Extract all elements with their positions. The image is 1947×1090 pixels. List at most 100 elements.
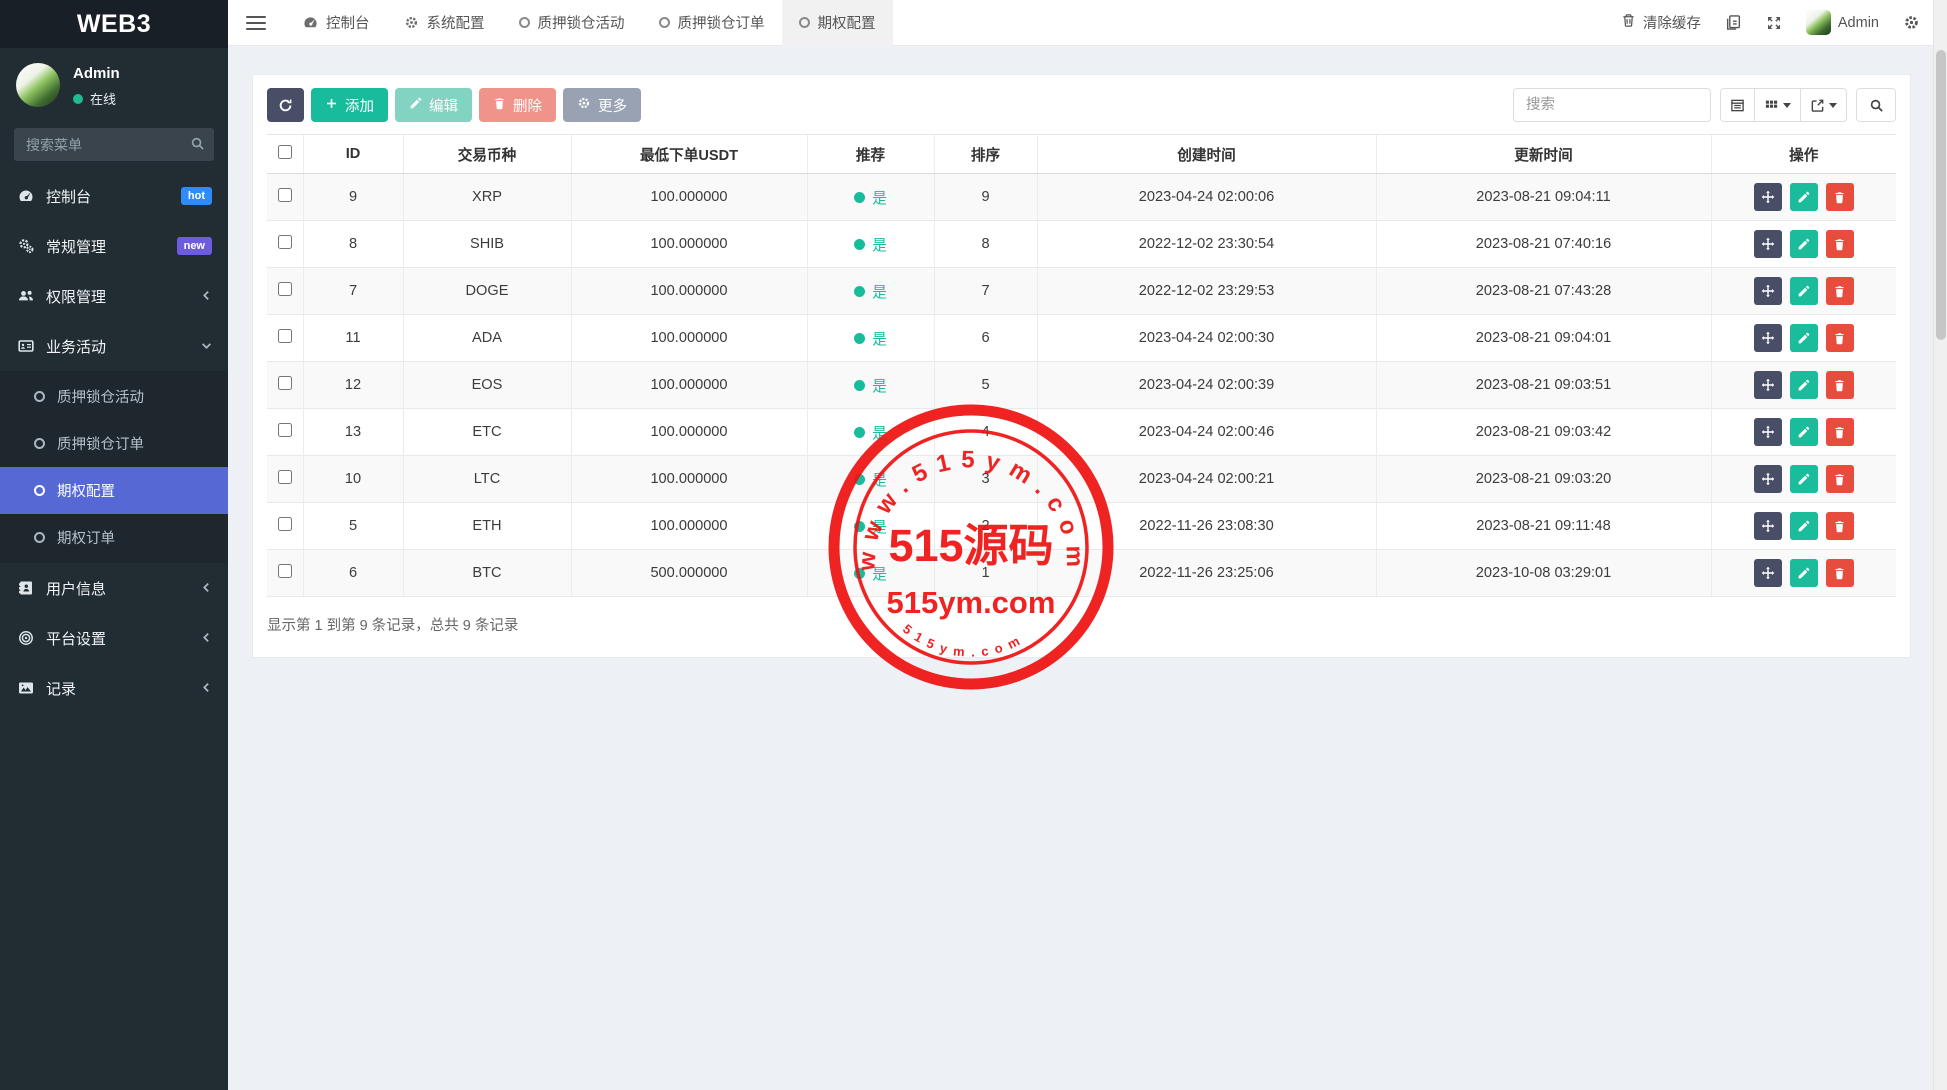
cell-recommend: 是: [807, 456, 934, 503]
row-edit-button[interactable]: [1790, 230, 1818, 258]
row-move-button[interactable]: [1754, 559, 1782, 587]
record-count-label: 显示第 1 到第 9 条记录，总共 9 条记录: [267, 614, 1896, 635]
row-edit-button[interactable]: [1790, 277, 1818, 305]
header-recommend: 推荐: [807, 135, 934, 174]
cell-coin: BTC: [403, 550, 571, 597]
row-move-button[interactable]: [1754, 512, 1782, 540]
sidebar-item-staking-orders[interactable]: 质押锁仓订单: [0, 420, 228, 467]
cell-min-order: 100.000000: [571, 456, 807, 503]
sidebar-item-options-config[interactable]: 期权配置: [0, 467, 228, 514]
caret-down-icon: [1829, 103, 1837, 108]
cell-created: 2022-12-02 23:30:54: [1037, 221, 1376, 268]
sidebar-item-general[interactable]: 常规管理 new: [0, 221, 228, 271]
table-row: 5 ETH 100.000000 是 2 2022-11-26 23:08:30…: [267, 503, 1896, 550]
refresh-button[interactable]: [267, 88, 304, 122]
row-edit-button[interactable]: [1790, 183, 1818, 211]
row-move-button[interactable]: [1754, 371, 1782, 399]
cell-actions: [1711, 550, 1896, 597]
table-search-input[interactable]: [1513, 88, 1711, 122]
chevron-left-icon: [201, 288, 212, 305]
row-delete-button[interactable]: [1826, 559, 1854, 587]
row-checkbox[interactable]: [278, 235, 292, 249]
cell-id: 5: [303, 503, 403, 550]
row-checkbox[interactable]: [278, 423, 292, 437]
search-button[interactable]: [1856, 88, 1896, 122]
row-move-button[interactable]: [1754, 418, 1782, 446]
settings-gears-icon[interactable]: [1903, 14, 1920, 31]
row-edit-button[interactable]: [1790, 418, 1818, 446]
table-row: 12 EOS 100.000000 是 5 2023-04-24 02:00:3…: [267, 362, 1896, 409]
sidebar-item-platform-settings[interactable]: 平台设置: [0, 613, 228, 663]
sidebar-search-input[interactable]: [14, 128, 214, 161]
scrollbar-thumb[interactable]: [1936, 50, 1946, 340]
fullscreen-icon[interactable]: [1766, 15, 1782, 31]
header-sort: 排序: [934, 135, 1037, 174]
row-delete-button[interactable]: [1826, 183, 1854, 211]
recommend-dot-icon: [854, 427, 865, 438]
select-all-checkbox[interactable]: [278, 145, 292, 159]
row-checkbox[interactable]: [278, 376, 292, 390]
sidebar-item-permissions[interactable]: 权限管理: [0, 271, 228, 321]
sidebar-item-options-orders[interactable]: 期权订单: [0, 514, 228, 561]
cell-recommend: 是: [807, 315, 934, 362]
row-checkbox[interactable]: [278, 564, 292, 578]
row-edit-button[interactable]: [1790, 465, 1818, 493]
cell-coin: ETC: [403, 409, 571, 456]
export-button[interactable]: [1800, 88, 1847, 122]
table-row: 11 ADA 100.000000 是 6 2023-04-24 02:00:3…: [267, 315, 1896, 362]
row-delete-button[interactable]: [1826, 418, 1854, 446]
row-move-button[interactable]: [1754, 465, 1782, 493]
row-delete-button[interactable]: [1826, 371, 1854, 399]
row-move-button[interactable]: [1754, 277, 1782, 305]
cell-created: 2023-04-24 02:00:46: [1037, 409, 1376, 456]
cell-id: 7: [303, 268, 403, 315]
more-button[interactable]: 更多: [563, 88, 641, 122]
chevron-left-icon: [201, 580, 212, 597]
cell-sort: 7: [934, 268, 1037, 315]
add-button[interactable]: 添加: [311, 88, 388, 122]
tab-system-config[interactable]: 系统配置: [387, 0, 502, 46]
detail-view-button[interactable]: [1720, 88, 1755, 122]
row-edit-button[interactable]: [1790, 371, 1818, 399]
sidebar-item-business[interactable]: 业务活动: [0, 321, 228, 371]
delete-button[interactable]: 删除: [479, 88, 556, 122]
row-edit-button[interactable]: [1790, 324, 1818, 352]
refresh-page-icon[interactable]: [1725, 14, 1742, 31]
sidebar-item-records[interactable]: 记录: [0, 663, 228, 713]
sidebar-item-dashboard[interactable]: 控制台 hot: [0, 171, 228, 221]
row-checkbox[interactable]: [278, 517, 292, 531]
clear-cache-button[interactable]: 清除缓存: [1621, 12, 1701, 33]
recommend-dot-icon: [854, 474, 865, 485]
user-menu[interactable]: Admin: [1806, 10, 1879, 35]
tab-dashboard[interactable]: 控制台: [286, 0, 387, 46]
row-delete-button[interactable]: [1826, 277, 1854, 305]
tab-staking-orders[interactable]: 质押锁仓订单: [642, 0, 782, 46]
avatar: [1806, 10, 1831, 35]
row-checkbox[interactable]: [278, 188, 292, 202]
gear-icon: [404, 15, 419, 30]
row-checkbox[interactable]: [278, 282, 292, 296]
row-checkbox[interactable]: [278, 470, 292, 484]
cell-recommend: 是: [807, 503, 934, 550]
sidebar-item-user-info[interactable]: 用户信息: [0, 563, 228, 613]
tachometer-icon: [303, 15, 318, 30]
row-move-button[interactable]: [1754, 183, 1782, 211]
row-delete-button[interactable]: [1826, 512, 1854, 540]
tab-staking-activity[interactable]: 质押锁仓活动: [502, 0, 642, 46]
tab-options-config[interactable]: 期权配置: [782, 0, 893, 46]
row-delete-button[interactable]: [1826, 230, 1854, 258]
chevron-down-icon: [201, 338, 212, 355]
row-checkbox[interactable]: [278, 329, 292, 343]
row-delete-button[interactable]: [1826, 324, 1854, 352]
columns-button[interactable]: [1754, 88, 1801, 122]
row-delete-button[interactable]: [1826, 465, 1854, 493]
row-move-button[interactable]: [1754, 324, 1782, 352]
row-move-button[interactable]: [1754, 230, 1782, 258]
online-dot-icon: [73, 94, 83, 104]
edit-button[interactable]: 编辑: [395, 88, 472, 122]
sidebar-item-staking-activity[interactable]: 质押锁仓活动: [0, 373, 228, 420]
search-icon: [190, 136, 205, 156]
row-edit-button[interactable]: [1790, 559, 1818, 587]
hamburger-icon[interactable]: [246, 12, 266, 34]
row-edit-button[interactable]: [1790, 512, 1818, 540]
